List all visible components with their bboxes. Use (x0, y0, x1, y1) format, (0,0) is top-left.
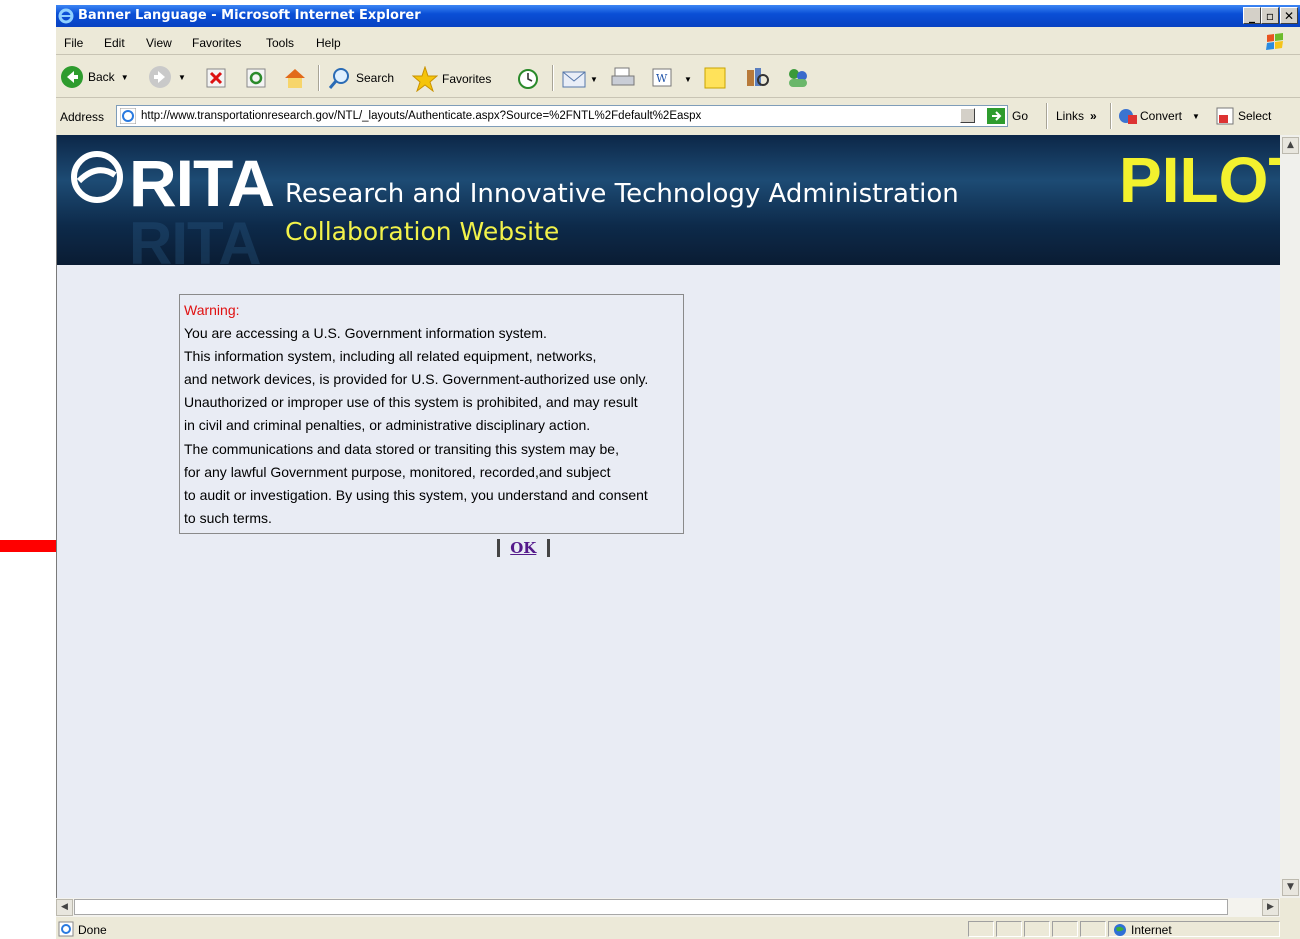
home-icon[interactable] (282, 66, 308, 90)
mail-icon[interactable] (562, 68, 588, 90)
ok-link-group: OK (497, 538, 550, 557)
warning-line: and network devices, is provided for U.S… (184, 371, 649, 388)
menu-tools[interactable]: Tools (266, 36, 294, 50)
dropdown-arrow-icon[interactable]: ▼ (178, 73, 186, 82)
dropdown-arrow-icon[interactable]: ▼ (1192, 112, 1200, 121)
warning-line: to such terms. (184, 509, 272, 526)
convert-button[interactable]: Convert ▼ (1118, 107, 1200, 125)
research-icon[interactable] (744, 66, 770, 90)
svg-text:W: W (656, 72, 668, 85)
warning-line: This information system, including all r… (184, 348, 597, 365)
address-dropdown-button[interactable] (960, 108, 975, 123)
forward-arrow-icon (149, 66, 171, 88)
edit-word-icon[interactable]: W (652, 68, 674, 88)
close-button[interactable]: ✕ (1280, 7, 1298, 24)
site-banner: RITA RITA Research and Innovative Techno… (57, 135, 1281, 277)
warning-line: Unauthorized or improper use of this sys… (184, 394, 638, 411)
warning-line: You are accessing a U.S. Government info… (184, 325, 547, 342)
address-url: http://www.transportationresearch.gov/NT… (141, 110, 702, 122)
scroll-left-arrow-icon[interactable]: ◀ (56, 899, 73, 916)
maximize-button[interactable]: ▫ (1261, 7, 1279, 24)
horizontal-scroll-thumb[interactable] (74, 899, 1228, 915)
menu-favorites[interactable]: Favorites (192, 36, 241, 50)
pilot-label: PILOT (1119, 144, 1281, 216)
warning-heading: Warning: (184, 302, 240, 318)
select-icon (1216, 107, 1234, 125)
divider (497, 539, 500, 557)
favorites-label: Favorites (442, 72, 492, 86)
select-label: Select (1238, 109, 1272, 123)
note-icon[interactable] (704, 67, 726, 89)
print-icon[interactable] (610, 66, 636, 90)
window-title: Banner Language - Microsoft Internet Exp… (78, 8, 421, 23)
history-icon[interactable] (516, 68, 540, 90)
favorites-button[interactable]: Favorites (412, 66, 491, 92)
go-arrow-icon (987, 108, 1005, 124)
address-bar: Address http://www.transportationresearc… (56, 101, 1300, 131)
page-viewport: RITA RITA Research and Innovative Techno… (56, 135, 1281, 898)
menu-bar: File Edit View Favorites Tools Help (56, 30, 1300, 55)
page-ie-icon (120, 108, 136, 124)
scroll-right-arrow-icon[interactable]: ▶ (1262, 899, 1279, 916)
stop-icon[interactable] (206, 68, 226, 88)
warning-line: The communications and data stored or tr… (184, 440, 619, 457)
banner-logo-text: RITA (129, 146, 275, 220)
chevron-icon[interactable]: » (1090, 109, 1097, 123)
search-button[interactable]: Search (328, 66, 394, 90)
windows-logo-icon (1266, 33, 1283, 50)
menu-view[interactable]: View (146, 36, 172, 50)
select-button[interactable]: Select (1216, 107, 1271, 125)
forward-button[interactable]: ▼ (148, 65, 186, 89)
banner-title: Research and Innovative Technology Admin… (285, 179, 959, 209)
convert-label: Convert (1140, 109, 1183, 123)
ok-link[interactable]: OK (510, 539, 536, 557)
warning-line: for any lawful Government purpose, monit… (184, 463, 611, 480)
search-label: Search (356, 71, 395, 85)
back-arrow-icon (61, 66, 83, 88)
ie-icon (58, 8, 74, 24)
menu-file[interactable]: File (64, 36, 83, 50)
back-button[interactable]: Back ▼ (60, 65, 129, 89)
scroll-down-arrow-icon[interactable]: ▼ (1282, 879, 1299, 896)
scroll-up-arrow-icon[interactable]: ▲ (1282, 137, 1299, 154)
warning-line: in civil and criminal penalties, or admi… (184, 417, 591, 434)
vertical-scrollbar[interactable]: ▲ ▼ (1280, 135, 1300, 898)
content-frame: RITA RITA Research and Innovative Techno… (56, 5, 1300, 939)
refresh-icon[interactable] (246, 68, 266, 88)
go-label: Go (1012, 109, 1029, 123)
address-label: Address (60, 110, 105, 124)
warning-box: Warning: You are accessing a U.S. Govern… (179, 294, 684, 534)
minimize-button[interactable]: _ (1243, 7, 1261, 24)
convert-icon (1119, 109, 1137, 124)
search-icon (328, 68, 349, 89)
star-icon (412, 66, 438, 92)
menu-edit[interactable]: Edit (104, 36, 125, 50)
title-bar: Banner Language - Microsoft Internet Exp… (56, 5, 1300, 27)
go-button[interactable]: Go (986, 107, 1028, 125)
standard-toolbar: Back ▼ ▼ Search Favorites ▼ W ▼ (56, 57, 1300, 98)
address-input[interactable]: http://www.transportationresearch.gov/NT… (116, 105, 1008, 127)
dropdown-arrow-icon[interactable]: ▼ (684, 75, 692, 84)
messenger-icon[interactable] (784, 66, 812, 90)
banner-subtitle: Collaboration Website (285, 217, 560, 246)
dropdown-arrow-icon[interactable]: ▼ (121, 73, 129, 82)
links-label: Links (1056, 109, 1085, 123)
links-toolbar[interactable]: Links » (1056, 109, 1097, 123)
rita-logo-icon (71, 151, 123, 203)
horizontal-scrollbar[interactable]: ◀ ▶ (56, 898, 1280, 917)
menu-help[interactable]: Help (316, 36, 341, 50)
warning-line: to audit or investigation. By using this… (184, 486, 648, 503)
dropdown-arrow-icon[interactable]: ▼ (590, 75, 598, 84)
back-label: Back (88, 70, 115, 84)
divider (546, 539, 550, 557)
